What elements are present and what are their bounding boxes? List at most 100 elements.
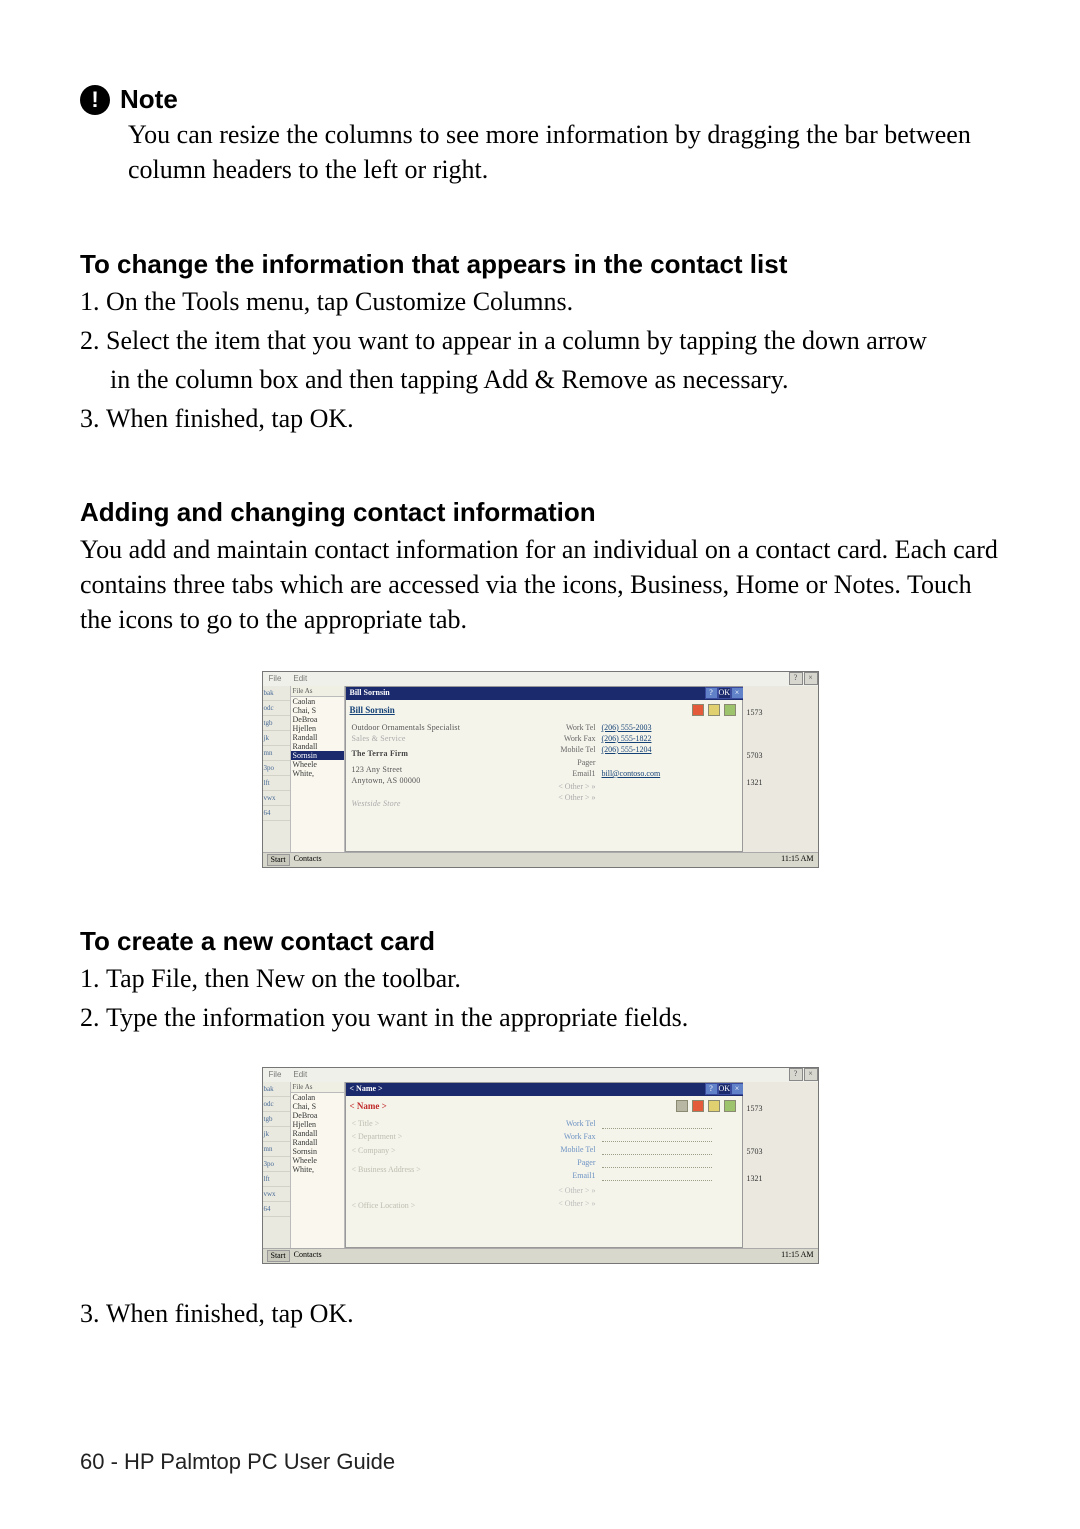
title-input[interactable]: < Title > xyxy=(352,1119,380,1128)
menu-file[interactable]: File xyxy=(263,672,288,686)
workfax-input[interactable] xyxy=(602,1132,712,1142)
right-value: 1321 xyxy=(743,776,818,789)
contact-card: Bill Sornsin ? OK × Bill Sornsin Outdoor… xyxy=(345,686,743,852)
list-item[interactable]: Caolan xyxy=(291,697,344,706)
company: The Terra Firm xyxy=(352,749,409,758)
taskbar-app[interactable]: Contacts xyxy=(294,1250,322,1262)
pager-input[interactable] xyxy=(602,1158,712,1168)
start-button[interactable]: Start xyxy=(267,1250,290,1262)
list-item[interactable]: Sornsin xyxy=(291,1147,344,1156)
taskbar-clock: 11:15 AM xyxy=(777,1249,817,1263)
tab-home-icon[interactable] xyxy=(708,1100,720,1112)
close-button[interactable]: × xyxy=(804,1068,818,1081)
note-icon: ! xyxy=(80,85,110,115)
label-work-fax: Work Fax xyxy=(536,1132,596,1141)
toggle-icon[interactable] xyxy=(676,1100,688,1112)
taskbar: Start Contacts 11:15 AM xyxy=(263,1248,818,1263)
list-item[interactable]: Caolan xyxy=(291,1093,344,1102)
label-work-tel: Work Tel xyxy=(536,723,596,732)
sec3-item1: 1.Tap File, then New on the toolbar. xyxy=(80,961,1000,996)
list-item[interactable]: Randall xyxy=(291,1138,344,1147)
tab-home-icon[interactable] xyxy=(708,704,720,716)
company-input[interactable]: < Company > xyxy=(352,1146,396,1155)
worktel-input[interactable] xyxy=(602,1119,712,1129)
list-item[interactable]: DeBroa xyxy=(291,1111,344,1120)
list-item[interactable]: Chai, S xyxy=(291,706,344,715)
menu-file[interactable]: File xyxy=(263,1068,288,1082)
right-value: 1321 xyxy=(743,1172,818,1185)
value-work-fax[interactable]: (206) 555-1822 xyxy=(602,734,652,743)
right-value: 1573 xyxy=(743,1102,818,1115)
sec3-item2: 2.Type the information you want in the a… xyxy=(80,1000,1000,1035)
contact-list[interactable]: File As Caolan Chai, S DeBroa Hjellen Ra… xyxy=(291,1082,345,1248)
list-item[interactable]: Randall xyxy=(291,1129,344,1138)
menu-edit[interactable]: Edit xyxy=(287,1068,313,1082)
label-other2[interactable]: < Other > » xyxy=(536,793,596,802)
address-input[interactable]: < Business Address > xyxy=(352,1165,421,1174)
card-title: Bill Sornsin xyxy=(346,687,644,700)
right-column: 1573 5703 1321 xyxy=(743,1082,818,1248)
email-input[interactable] xyxy=(602,1171,712,1181)
value-work-tel[interactable]: (206) 555-2003 xyxy=(602,723,652,732)
location: Westside Store xyxy=(352,799,401,808)
label-other1[interactable]: < Other > » xyxy=(536,782,596,791)
right-value: 1573 xyxy=(743,706,818,719)
label-mobile: Mobile Tel xyxy=(536,745,596,754)
ok-button[interactable]: OK xyxy=(718,687,731,699)
list-item[interactable]: Randall xyxy=(291,742,344,751)
label-pager: Pager xyxy=(536,758,596,767)
list-item[interactable]: Hjellen xyxy=(291,724,344,733)
tab-notes-icon[interactable] xyxy=(724,704,736,716)
label-other2[interactable]: < Other > » xyxy=(536,1199,596,1208)
contact-name[interactable]: Bill Sornsin xyxy=(350,705,395,715)
list-item-selected[interactable]: Sornsin xyxy=(291,751,344,760)
category-sidebar: bak odc tgb jk mn 3po lft vwx 64 xyxy=(263,1082,291,1248)
dept-input[interactable]: < Department > xyxy=(352,1132,403,1141)
address-line2: Anytown, AS 00000 xyxy=(352,776,421,785)
contact-list[interactable]: File As Caolan Chai, S DeBroa Hjellen Ra… xyxy=(291,686,345,852)
sec3-heading: To create a new contact card xyxy=(80,926,1000,957)
list-item[interactable]: Randall xyxy=(291,733,344,742)
help-button[interactable]: ? xyxy=(789,672,803,685)
right-value: 5703 xyxy=(743,749,818,762)
label-work-fax: Work Fax xyxy=(536,734,596,743)
list-item[interactable]: Hjellen xyxy=(291,1120,344,1129)
menu-edit[interactable]: Edit xyxy=(287,672,313,686)
mobile-input[interactable] xyxy=(602,1145,712,1155)
right-column: 1573 5703 1321 xyxy=(743,686,818,852)
taskbar-app[interactable]: Contacts xyxy=(294,854,322,866)
list-item[interactable]: Wheele xyxy=(291,1156,344,1165)
column-header[interactable]: File As xyxy=(291,686,344,697)
list-item[interactable]: Wheele xyxy=(291,760,344,769)
value-email[interactable]: bill@contoso.com xyxy=(602,769,661,778)
page-footer: 60 - HP Palmtop PC User Guide xyxy=(80,1449,395,1475)
label-work-tel: Work Tel xyxy=(536,1119,596,1128)
card-title: < Name > xyxy=(346,1083,644,1096)
note-body: You can resize the columns to see more i… xyxy=(128,117,1000,187)
ok-button[interactable]: OK xyxy=(718,1083,731,1095)
help-button[interactable]: ? xyxy=(705,687,718,699)
value-mobile[interactable]: (206) 555-1204 xyxy=(602,745,652,754)
tab-business-icon[interactable] xyxy=(692,1100,704,1112)
list-item[interactable]: DeBroa xyxy=(291,715,344,724)
start-button[interactable]: Start xyxy=(267,854,290,866)
sec1-item2: 2.Select the item that you want to appea… xyxy=(80,323,1000,358)
list-item[interactable]: White, xyxy=(291,769,344,778)
list-item[interactable]: Chai, S xyxy=(291,1102,344,1111)
category-sidebar: bak odc tgb jk mn 3po lft vwx 64 xyxy=(263,686,291,852)
label-pager: Pager xyxy=(536,1158,596,1167)
note-label: Note xyxy=(120,84,178,115)
help-button[interactable]: ? xyxy=(789,1068,803,1081)
taskbar-clock: 11:15 AM xyxy=(777,853,817,867)
menu-bar: File Edit ? × xyxy=(263,672,818,686)
label-other1[interactable]: < Other > » xyxy=(536,1186,596,1195)
tab-business-icon[interactable] xyxy=(692,704,704,716)
name-input[interactable]: < Name > xyxy=(350,1101,387,1111)
location-input[interactable]: < Office Location > xyxy=(352,1201,416,1210)
help-button[interactable]: ? xyxy=(705,1083,718,1095)
tab-notes-icon[interactable] xyxy=(724,1100,736,1112)
close-button[interactable]: × xyxy=(804,672,818,685)
list-item[interactable]: White, xyxy=(291,1165,344,1174)
column-header[interactable]: File As xyxy=(291,1082,344,1093)
sec1-heading: To change the information that appears i… xyxy=(80,249,1000,280)
